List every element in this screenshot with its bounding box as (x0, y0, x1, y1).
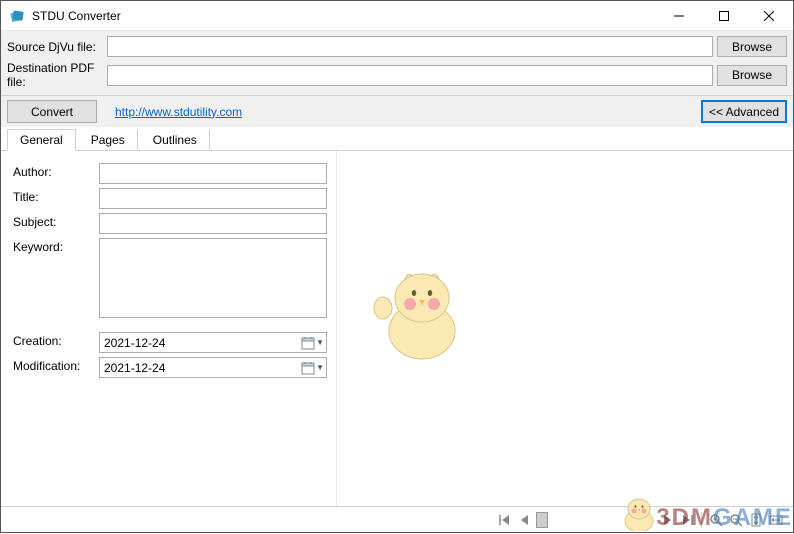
general-form: Author: Title: Subject: Keyword: Cr (1, 151, 336, 506)
maximize-button[interactable] (701, 2, 746, 30)
source-label: Source DjVu file: (7, 40, 107, 54)
creation-label: Creation: (13, 332, 99, 353)
destination-label: Destination PDF file: (7, 61, 107, 89)
subject-input[interactable] (99, 213, 327, 234)
app-window: STDU Converter Source DjVu file: Browse … (0, 0, 794, 533)
minimize-button[interactable] (656, 2, 701, 30)
tabs-area: General Pages Outlines Author: Title: Su… (1, 127, 793, 532)
next-page-button[interactable] (658, 511, 676, 529)
window-title: STDU Converter (32, 9, 656, 23)
navigation-bar: 3DMGAME (1, 506, 793, 532)
destination-input[interactable] (107, 65, 713, 86)
file-section: Source DjVu file: Browse Destination PDF… (1, 31, 793, 96)
tabstrip: General Pages Outlines (1, 127, 793, 151)
website-link[interactable]: http://www.stdutility.com (115, 105, 242, 119)
advanced-toggle-button[interactable]: << Advanced (701, 100, 787, 123)
zoom-out-button[interactable] (727, 511, 745, 529)
source-row: Source DjVu file: Browse (7, 36, 787, 57)
window-controls (656, 2, 791, 30)
chevron-down-icon: ▼ (316, 363, 324, 372)
modification-label: Modification: (13, 357, 99, 378)
tab-pages[interactable]: Pages (78, 129, 138, 150)
source-browse-button[interactable]: Browse (717, 36, 787, 57)
tab-outlines[interactable]: Outlines (140, 129, 210, 150)
chevron-down-icon: ▼ (316, 338, 324, 347)
preview-area (336, 151, 793, 506)
creation-date-value: 2021-12-24 (104, 336, 301, 350)
title-label: Title: (13, 188, 99, 209)
keyword-label: Keyword: (13, 238, 99, 254)
keyword-input[interactable] (99, 238, 327, 318)
chick-mascot-icon (367, 256, 477, 366)
titlebar: STDU Converter (1, 1, 793, 31)
first-page-button[interactable] (496, 511, 514, 529)
content-panel: Author: Title: Subject: Keyword: Cr (1, 151, 793, 506)
last-page-button[interactable] (678, 511, 696, 529)
page-slider[interactable] (536, 511, 656, 529)
convert-button[interactable]: Convert (7, 100, 97, 123)
author-label: Author: (13, 163, 99, 184)
slider-thumb[interactable] (536, 512, 548, 528)
title-input[interactable] (99, 188, 327, 209)
zoom-in-button[interactable] (707, 511, 725, 529)
close-button[interactable] (746, 2, 791, 30)
fit-width-button[interactable] (767, 511, 785, 529)
modification-date-picker[interactable]: 2021-12-24 ▼ (99, 357, 327, 378)
author-input[interactable] (99, 163, 327, 184)
prev-page-button[interactable] (516, 511, 534, 529)
calendar-icon (301, 361, 315, 375)
app-icon (9, 8, 25, 24)
calendar-icon (301, 336, 315, 350)
subject-label: Subject: (13, 213, 99, 234)
tab-general[interactable]: General (7, 129, 76, 151)
destination-browse-button[interactable]: Browse (717, 65, 787, 86)
creation-date-picker[interactable]: 2021-12-24 ▼ (99, 332, 327, 353)
destination-row: Destination PDF file: Browse (7, 61, 787, 89)
action-row: Convert http://www.stdutility.com << Adv… (1, 96, 793, 127)
fit-height-button[interactable] (747, 511, 765, 529)
modification-date-value: 2021-12-24 (104, 361, 301, 375)
separator (701, 512, 702, 528)
source-input[interactable] (107, 36, 713, 57)
